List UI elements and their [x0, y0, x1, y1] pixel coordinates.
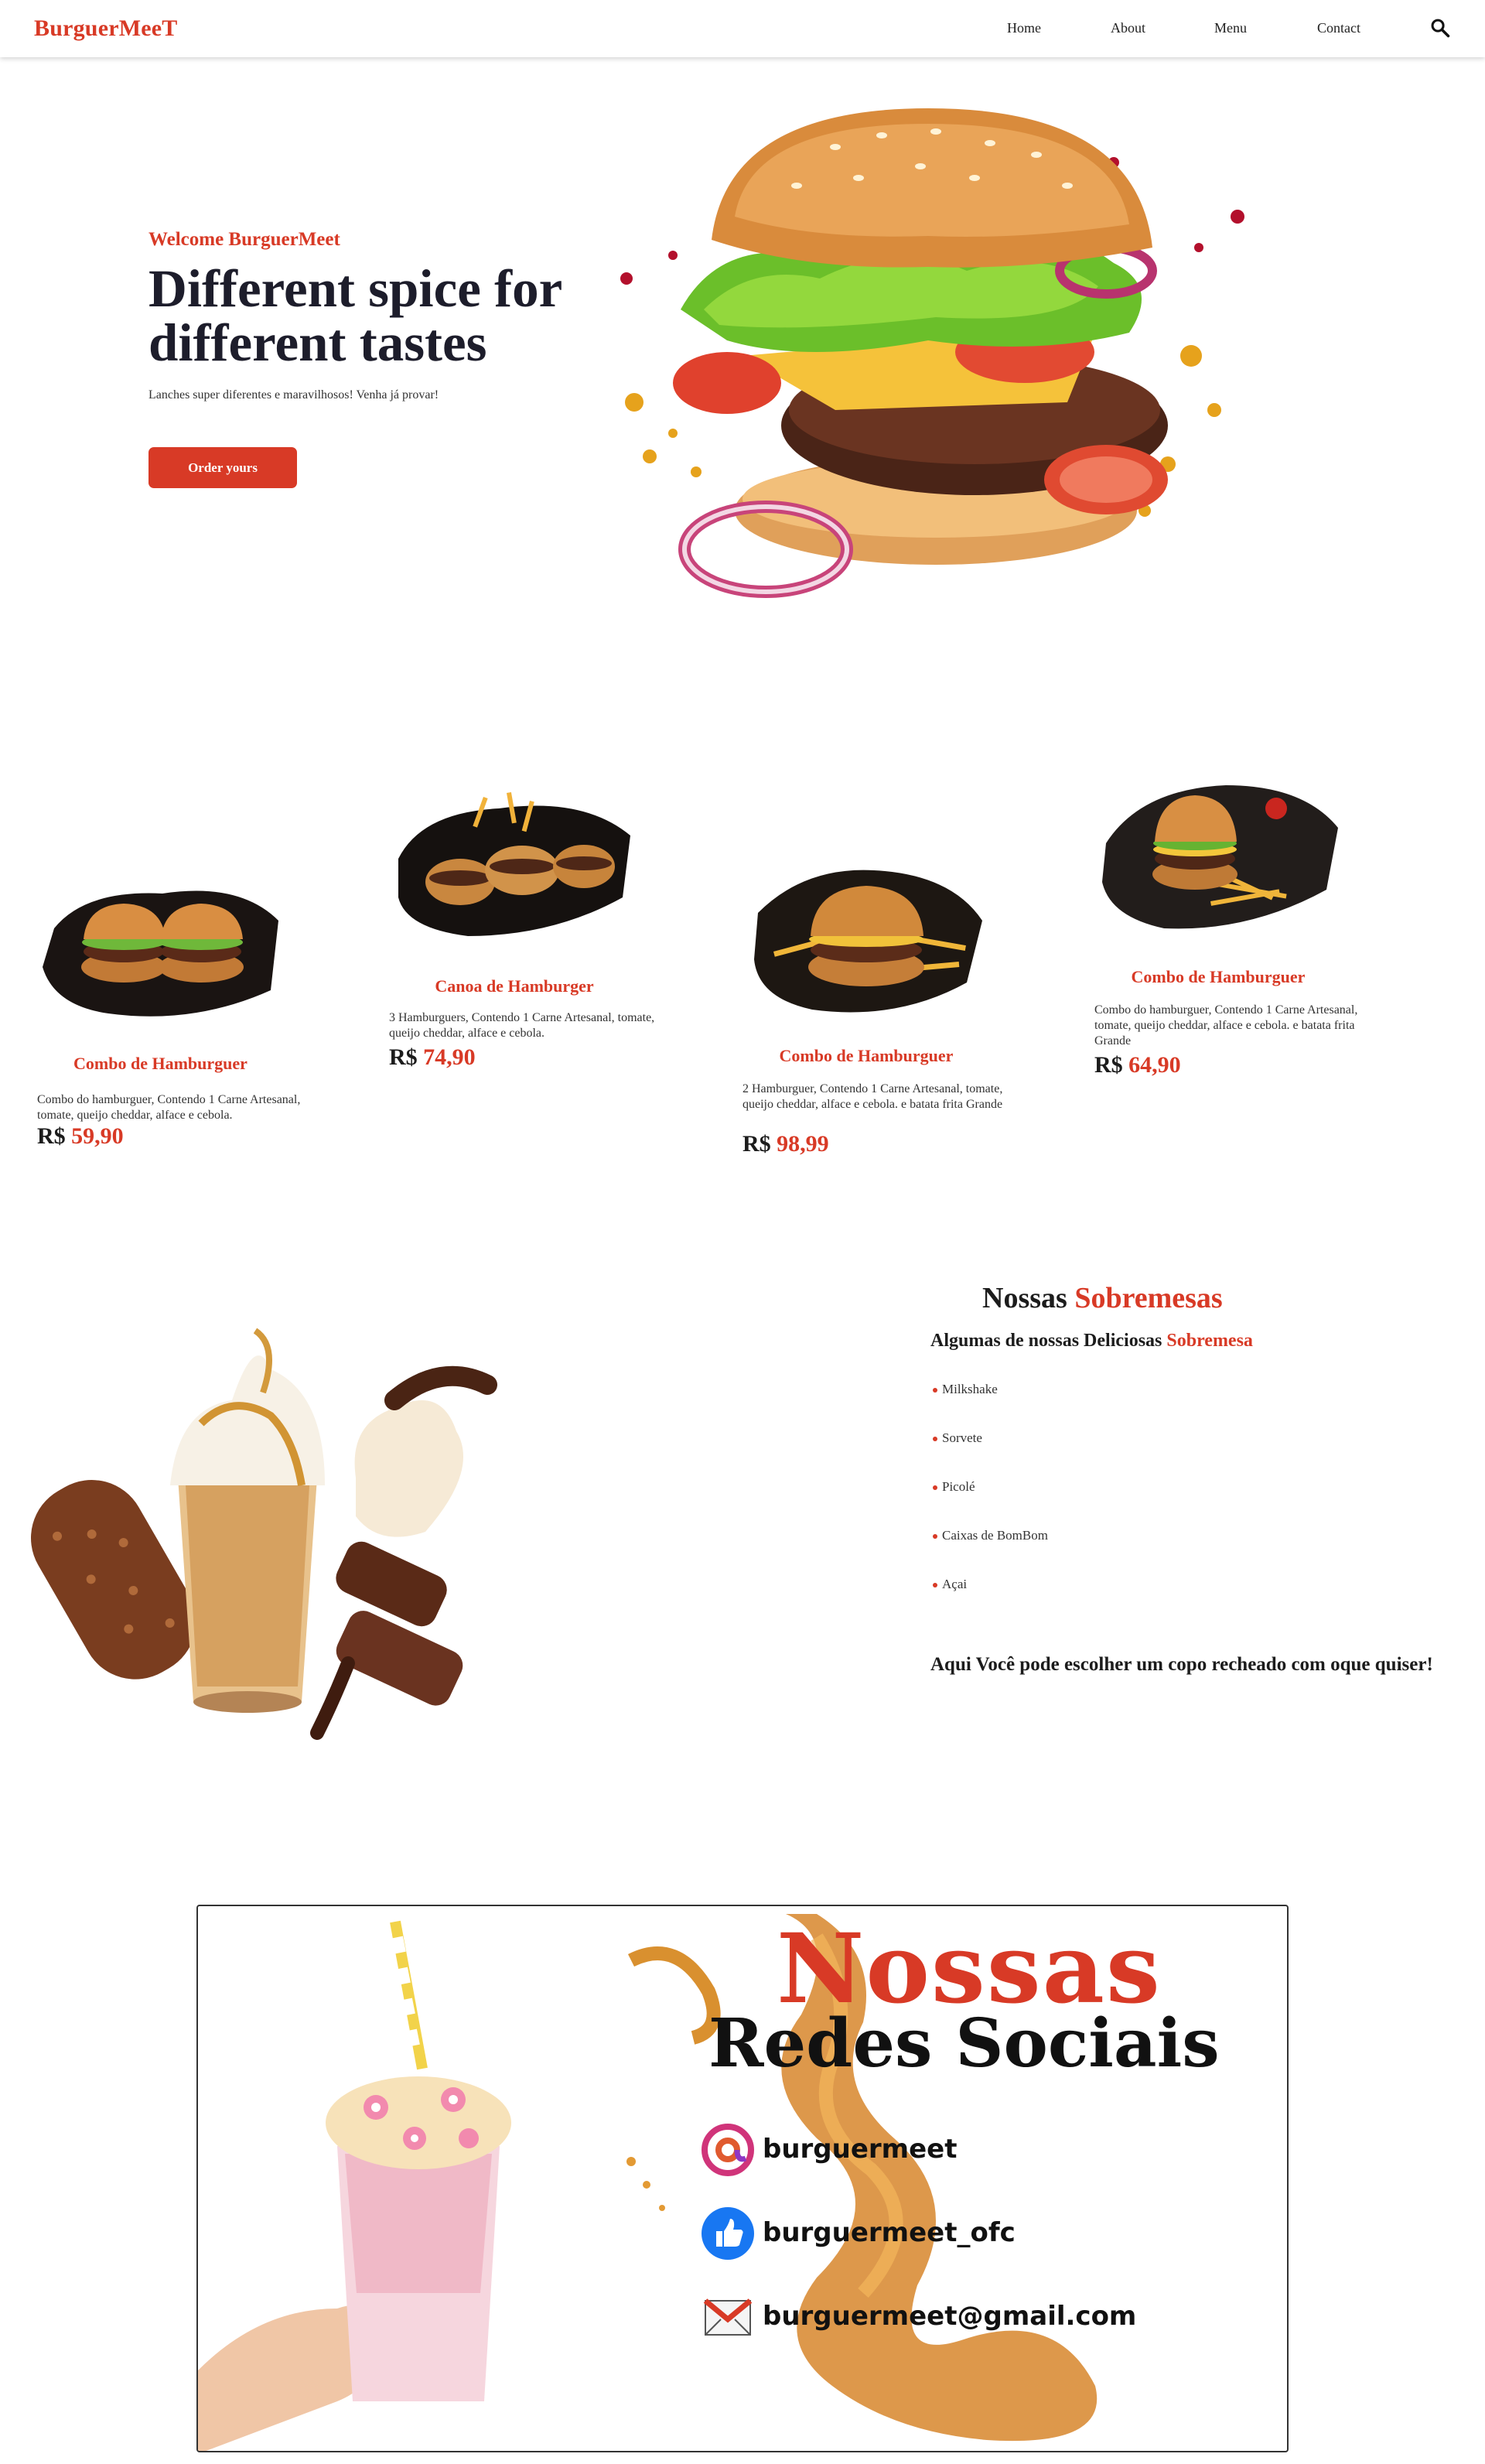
product-price: R$ 59,90 [37, 1123, 124, 1150]
product-description: 2 Hamburguer, Contendo 1 Carne Artesanal… [742, 1082, 1003, 1111]
burger-canoe-image [398, 791, 630, 936]
social-title-main: Nossas [777, 1913, 1162, 2025]
nav-links: Home About Menu Contact [0, 20, 1485, 39]
product-title: Combo de Hamburguer [779, 1046, 954, 1065]
product-title: Combo de Hamburguer [73, 1054, 248, 1073]
desserts-note: Aqui Você pode escolher um copo recheado… [930, 1654, 1433, 1675]
list-item: Milkshake [933, 1382, 1048, 1430]
desserts-subtitle: Algumas de nossas Deliciosas Sobremesa [930, 1331, 1253, 1352]
price-currency: R$ [389, 1044, 418, 1070]
burger-combo-image [43, 890, 278, 1017]
gmail-icon [703, 2298, 753, 2336]
desserts-title: Nossas Sobremesas [982, 1281, 1223, 1315]
hero-subtitle: Lanches super diferentes e maravilhosos!… [148, 388, 439, 402]
facebook-handle: burguermeet_ofc [763, 2217, 1016, 2248]
product-price: R$ 74,90 [389, 1044, 476, 1071]
list-item: Açai [933, 1577, 1048, 1625]
price-currency: R$ [37, 1123, 66, 1149]
top-navbar: BurguerMeeT Home About Menu Contact [0, 0, 1485, 57]
instagram-at-icon [702, 2124, 754, 2176]
nav-menu[interactable]: Menu [1214, 20, 1247, 36]
list-item: Picolé [933, 1479, 1048, 1528]
product-title: Combo de Hamburguer [1131, 967, 1306, 986]
desserts-subtitle-accent: Sobremesa [1166, 1331, 1253, 1351]
product-price: R$ 64,90 [1094, 1052, 1181, 1078]
product-description: 3 Hamburguers, Contendo 1 Carne Artesana… [389, 1011, 655, 1040]
facebook-like-icon [702, 2207, 754, 2260]
list-item: Caixas de BomBom [933, 1528, 1048, 1577]
order-button[interactable]: Order yours [148, 447, 297, 488]
price-currency: R$ [742, 1131, 771, 1157]
nav-contact[interactable]: Contact [1317, 20, 1360, 36]
nav-home[interactable]: Home [1007, 20, 1041, 36]
desserts-title-part: Nossas [982, 1282, 1067, 1314]
desserts-subtitle-part: Algumas de nossas Deliciosas [930, 1331, 1162, 1351]
price-value: 64,90 [1128, 1052, 1181, 1078]
price-value: 98,99 [777, 1131, 829, 1157]
desserts-list: Milkshake Sorvete Picolé Caixas de BomBo… [933, 1382, 1048, 1625]
list-item: Sorvete [933, 1430, 1048, 1479]
price-value: 74,90 [423, 1044, 476, 1070]
burger-combo-fries-image [1102, 785, 1338, 929]
hero-title: Different spice for different tastes [148, 259, 562, 372]
price-value: 59,90 [71, 1123, 124, 1149]
social-title-sub: Redes Sociais [708, 2004, 1220, 2083]
search-icon[interactable] [1429, 17, 1451, 39]
desserts-title-accent: Sobremesas [1074, 1282, 1223, 1314]
burger-fries-image [754, 870, 982, 1013]
product-title: Canoa de Hamburger [435, 976, 594, 996]
social-banner: Nossas Redes Sociais burguermeet burguer… [196, 1905, 1289, 2452]
desserts-image [31, 1328, 497, 1740]
product-description: Combo do hamburguer, Contendo 1 Carne Ar… [1094, 1003, 1358, 1047]
hero-burger-image [620, 108, 1244, 598]
product-price: R$ 98,99 [742, 1131, 829, 1157]
product-description: Combo do hamburguer, Contendo 1 Carne Ar… [37, 1093, 301, 1122]
instagram-handle: burguermeet [763, 2134, 958, 2165]
nav-about[interactable]: About [1111, 20, 1145, 36]
price-currency: R$ [1094, 1052, 1123, 1078]
email-address: burguermeet@gmail.com [763, 2301, 1137, 2332]
hero-welcome: Welcome BurguerMeet [148, 229, 340, 250]
